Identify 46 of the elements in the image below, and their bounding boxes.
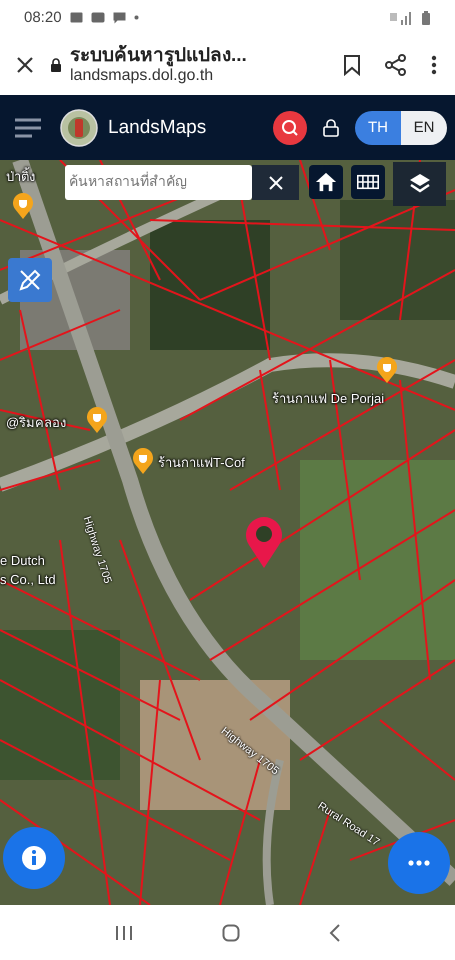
house-icon	[315, 171, 337, 193]
grid-button[interactable]	[351, 165, 385, 199]
dot-icon	[134, 15, 139, 20]
recent-apps-icon	[114, 924, 132, 940]
lock-icon	[50, 58, 62, 72]
signal-icon	[389, 10, 413, 24]
place-label: e Dutch	[0, 553, 45, 568]
share-icon	[385, 54, 407, 76]
page-url: landsmaps.dol.go.th	[70, 66, 214, 86]
emblem-logo-icon	[60, 108, 98, 146]
cafe-pin-icon[interactable]	[132, 447, 154, 475]
app-name: LandsMaps	[108, 116, 206, 138]
grid-icon	[357, 173, 379, 191]
info-icon	[21, 845, 47, 871]
place-search-field[interactable]: ค้นหาสถานที่สำคัญ	[65, 165, 252, 200]
cafe-pin-icon[interactable]	[12, 192, 34, 220]
close-icon	[268, 176, 282, 190]
cafe-pin-icon[interactable]	[86, 406, 108, 434]
page-title: ระบบค้นหารูปแปลง...	[70, 44, 248, 67]
language-tab[interactable]: EN	[401, 110, 447, 144]
language-tab[interactable]: TH	[355, 110, 401, 144]
clear-search-button[interactable]	[252, 165, 299, 200]
image-icon	[70, 12, 83, 23]
place-label: ร้านกาแฟT-Cof	[158, 454, 245, 472]
search-icon	[281, 118, 299, 136]
location-marker-icon	[245, 515, 283, 569]
home-icon	[222, 924, 240, 942]
menu-icon	[14, 116, 42, 138]
battery-icon	[421, 10, 431, 24]
bookmark-icon	[343, 54, 361, 76]
layers-button[interactable]	[393, 162, 446, 206]
message-icon	[112, 12, 126, 24]
close-icon	[16, 56, 34, 74]
home-button[interactable]	[309, 165, 343, 199]
lock-icon	[323, 118, 339, 136]
back-icon	[328, 924, 340, 942]
more-vertical-icon	[431, 55, 437, 75]
video-icon	[90, 12, 105, 23]
cafe-pin-icon[interactable]	[376, 356, 398, 384]
layers-icon	[408, 173, 430, 195]
status-time: 08:20	[24, 9, 62, 26]
pencil-ruler-icon	[17, 267, 43, 293]
search-button[interactable]	[273, 110, 307, 144]
draw-tool-button[interactable]	[8, 258, 52, 302]
road-label: Highway 1705	[80, 515, 114, 586]
more-horizontal-icon	[408, 860, 430, 866]
